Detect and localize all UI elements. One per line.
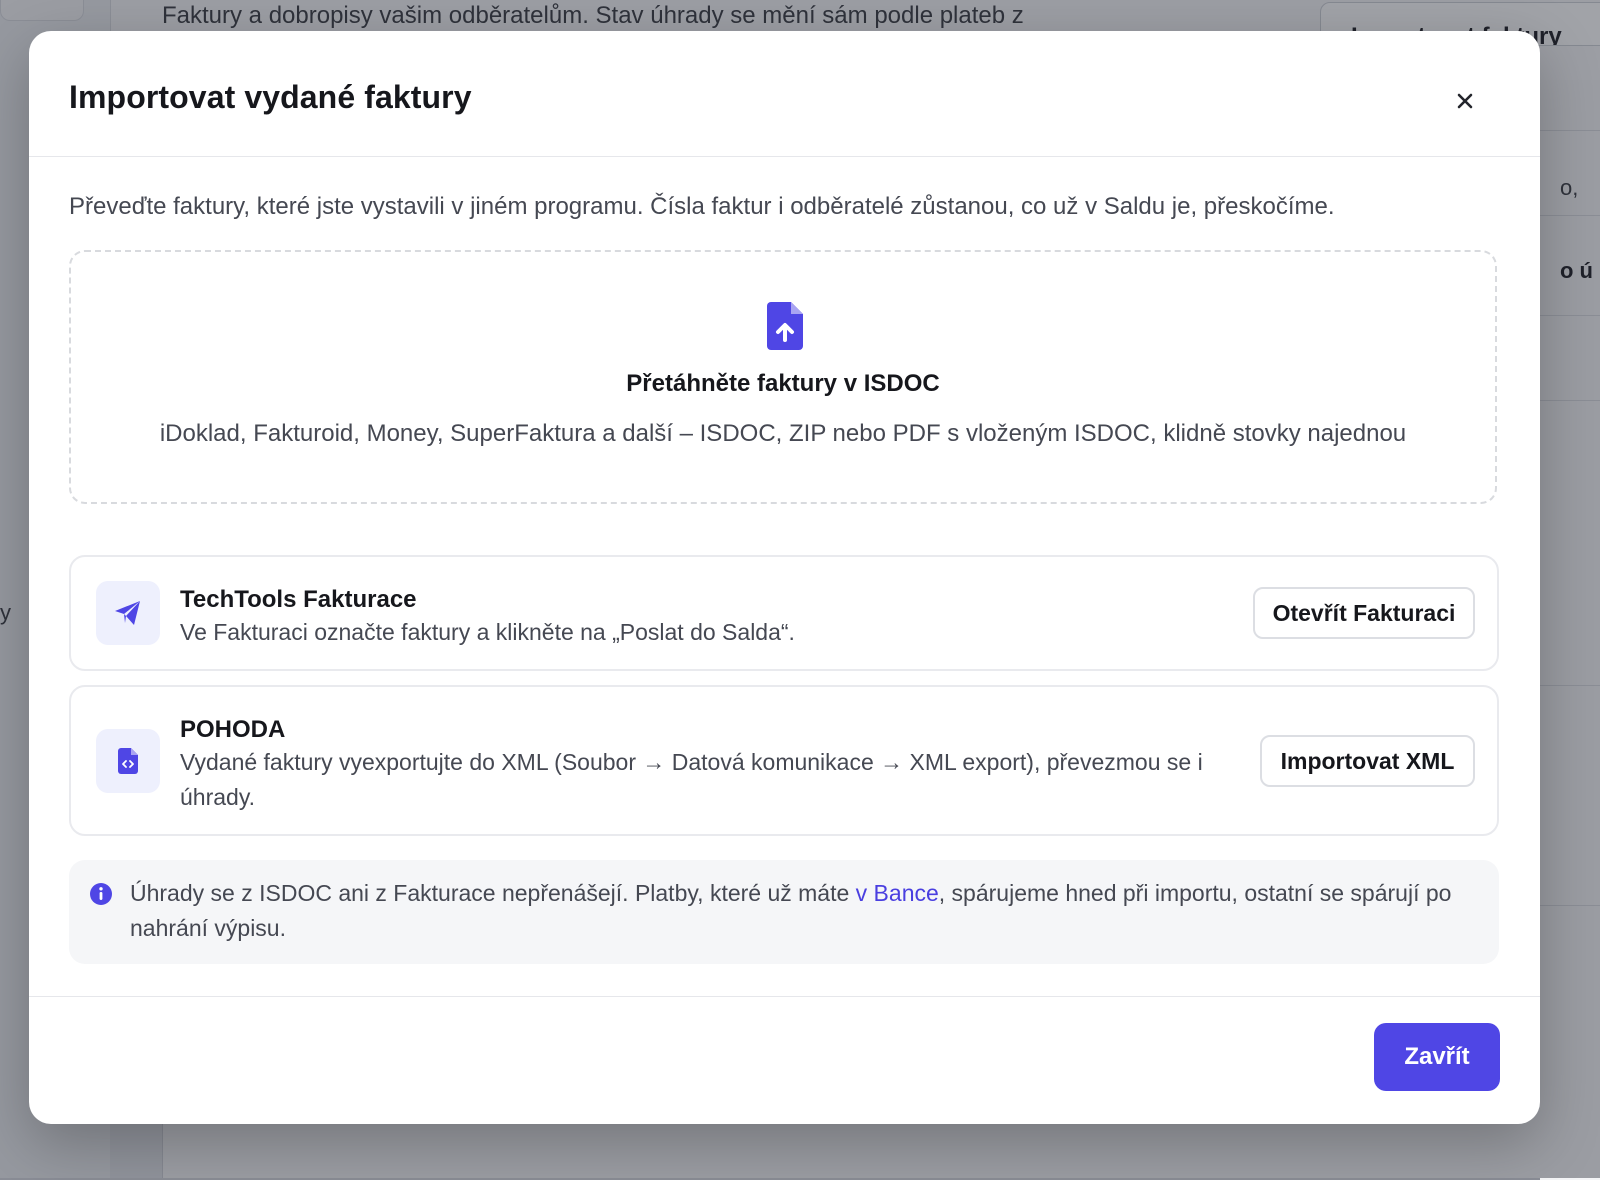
dropzone-title: Přetáhněte faktury v ISDOC	[626, 370, 940, 397]
info-text-start: Úhrady se z ISDOC ani z Fakturace nepřen…	[130, 880, 856, 906]
source-icon-tile	[96, 729, 160, 793]
dialog-intro-text: Převeďte faktury, které jste vystavili v…	[69, 193, 1335, 220]
source-title: TechTools Fakturace	[180, 586, 417, 613]
bank-link[interactable]: v Bance	[856, 880, 939, 906]
close-dialog-button[interactable]: Zavřít	[1374, 1023, 1500, 1091]
close-icon	[1457, 93, 1473, 109]
info-notice: Úhrady se z ISDOC ani z Fakturace nepřen…	[69, 860, 1499, 964]
isdoc-dropzone[interactable]: Přetáhněte faktury v ISDOC iDoklad, Fakt…	[69, 250, 1497, 504]
source-description: Vydané faktury vyexportujte do XML (Soub…	[180, 749, 1203, 810]
dialog-footer: Zavřít	[29, 996, 1540, 1124]
dialog-header: Importovat vydané faktury	[29, 31, 1540, 157]
source-icon-tile	[96, 581, 160, 645]
info-icon	[90, 883, 112, 905]
dialog-title: Importovat vydané faktury	[69, 79, 472, 115]
info-text: Úhrady se z ISDOC ani z Fakturace nepřen…	[130, 876, 1470, 946]
code-file-icon	[118, 748, 138, 774]
source-description: Ve Fakturaci označte faktury a klikněte …	[180, 619, 795, 645]
import-invoices-dialog: Importovat vydané faktury Převeďte faktu…	[29, 31, 1540, 1124]
paper-plane-icon	[115, 601, 140, 625]
import-xml-button[interactable]: Importovat XML	[1260, 735, 1475, 787]
open-fakturace-button[interactable]: Otevřít Fakturaci	[1253, 587, 1475, 639]
source-card-techtools: TechTools Fakturace Ve Fakturaci označte…	[69, 555, 1499, 671]
file-upload-icon	[767, 302, 803, 350]
dropzone-subtitle: iDoklad, Fakturoid, Money, SuperFaktura …	[159, 420, 1407, 447]
source-card-pohoda: POHODA Vydané faktury vyexportujte do XM…	[69, 685, 1499, 836]
close-button[interactable]	[1445, 81, 1485, 121]
source-title: POHODA	[180, 716, 286, 743]
